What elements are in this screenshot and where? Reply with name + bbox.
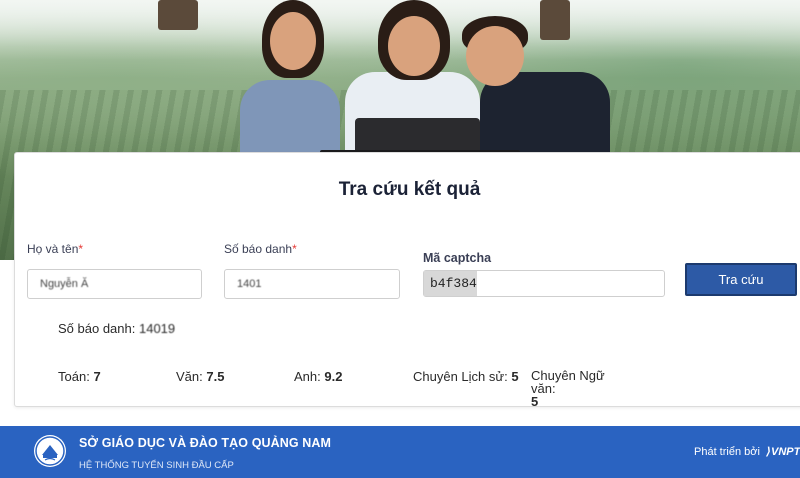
footer: SỞ GIÁO DỤC VÀ ĐÀO TẠO QUẢNG NAM HỆ THỐN… (0, 426, 800, 478)
vnpt-logo[interactable]: ⟩VNPT (766, 445, 800, 458)
footer-org-name: SỞ GIÁO DỤC VÀ ĐÀO TẠO QUẢNG NAM (79, 436, 332, 450)
score-value: 5 (511, 369, 519, 384)
full-name-value: Nguyễn Ă (40, 278, 89, 290)
name-label-text: Họ và tên (27, 242, 79, 256)
full-name-input[interactable]: Nguyễn Ă (27, 269, 202, 299)
result-candidate-number: Số báo danh: 14019 (58, 321, 175, 336)
sbd-label: Số báo danh* (224, 242, 297, 256)
score-value: 7 (93, 369, 101, 384)
candidate-number-value: 1401 (237, 278, 262, 290)
department-logo-icon (34, 435, 66, 467)
score-subject: Toán: (58, 369, 90, 384)
score-literature: Văn: 7.5 (176, 369, 224, 384)
captcha-image: b4f384 (424, 271, 477, 296)
result-sbd-value: 14019 (138, 321, 176, 336)
hero-tree-trunk (540, 0, 570, 40)
score-value: 9.2 (324, 369, 343, 384)
name-label: Họ và tên* (27, 242, 83, 256)
score-history-specialized: Chuyên Lịch sử: 5 (413, 369, 519, 384)
score-value: 7.5 (206, 369, 225, 384)
required-mark: * (292, 242, 297, 256)
developed-by-label: Phát triển bởi (694, 446, 760, 458)
score-subject: Chuyên Lịch sử: (413, 369, 508, 384)
score-math: Toán: 7 (58, 369, 101, 384)
footer-system-name: HỆ THỐNG TUYỂN SINH ĐẦU CẤP (79, 460, 234, 471)
sbd-label-text: Số báo danh (224, 242, 293, 256)
captcha-input[interactable]: b4f384 (423, 270, 665, 297)
result-sbd-label: Số báo danh: (58, 321, 136, 336)
score-subject: Chuyên Ngữ văn: (531, 368, 605, 396)
score-subject: Văn: (176, 369, 203, 384)
vnpt-logo-text: VNPT (771, 446, 800, 458)
candidate-number-input[interactable]: 1401 (224, 269, 400, 299)
lookup-card: Tra cứu kết quả Họ và tên* Nguyễn Ă Số b… (14, 152, 800, 408)
captcha-label: Mã captcha (423, 251, 492, 265)
search-button[interactable]: Tra cứu (685, 263, 797, 296)
required-mark: * (78, 242, 84, 256)
score-subject: Anh: (294, 369, 321, 384)
score-value: 5 (531, 394, 539, 409)
score-literature-specialized: Chuyên Ngữ văn: 5 (531, 369, 631, 408)
score-english: Anh: 9.2 (294, 369, 342, 384)
hero-tree-trunk (158, 0, 198, 30)
page-title: Tra cứu kết quả (338, 179, 481, 200)
